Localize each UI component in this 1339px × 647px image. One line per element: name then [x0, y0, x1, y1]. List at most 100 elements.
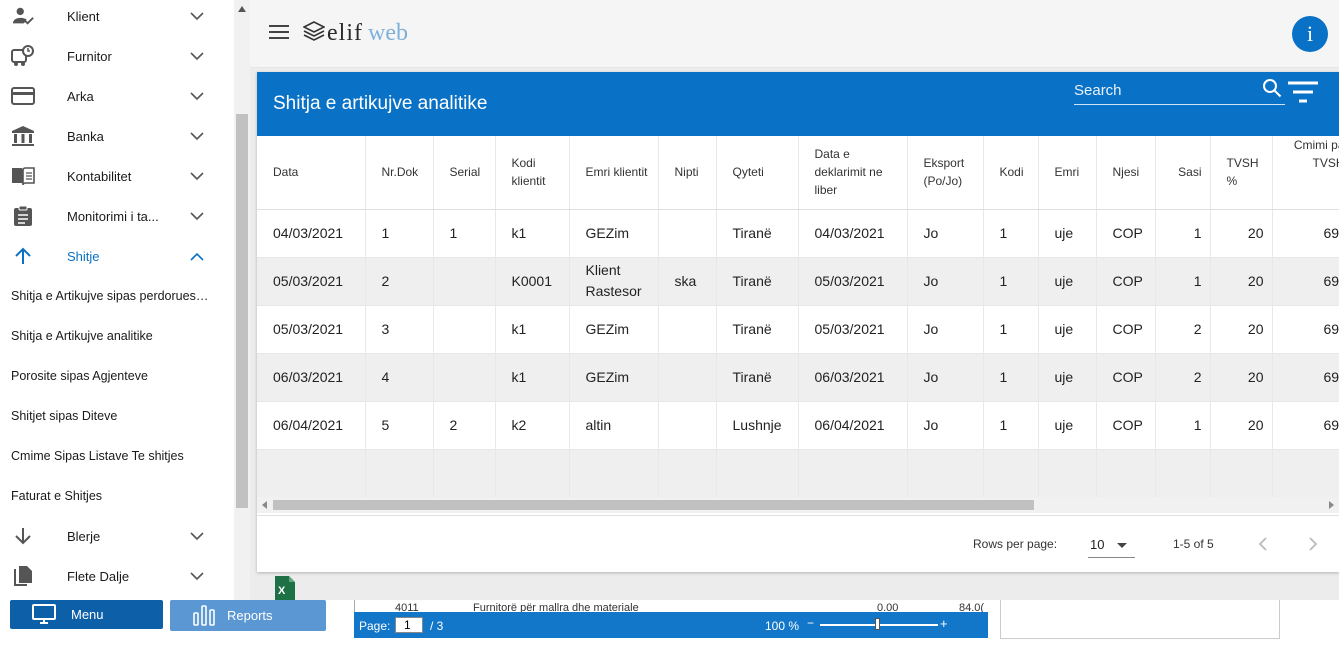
table-cell	[658, 353, 717, 402]
chevron-down-icon[interactable]	[189, 48, 205, 64]
chevron-down-icon[interactable]	[189, 88, 205, 104]
sidebar-item-blerje[interactable]: Blerje	[0, 516, 234, 556]
column-header-tvsh[interactable]: TVSH %	[1210, 136, 1273, 210]
sidebar-subitem-porosite[interactable]: Porosite sipas Agjenteve	[0, 356, 234, 396]
column-header-emri[interactable]: Emri	[1038, 136, 1097, 210]
sidebar-item-shitje[interactable]: Shitje	[0, 236, 234, 276]
sidebar-footer: Menu Reports	[0, 600, 350, 647]
table-cell: 69.00	[1272, 209, 1339, 258]
table-cell: altin	[569, 401, 659, 450]
column-header-kodi[interactable]: Kodi	[983, 136, 1039, 210]
table-cell: 1	[983, 353, 1039, 402]
next-page-icon[interactable]	[1305, 532, 1321, 561]
sidebar-subitem-shitja-perdorues[interactable]: Shitja e Artikujve sipas perdoruesve	[0, 276, 234, 316]
table-row[interactable]: 04/03/2021 1 1 k1 GEZim Tiranë 04/03/2021 Jo 1 uj…	[257, 209, 1339, 258]
table-row[interactable]: 06/04/2021 5 2 k2 altin Lushnje 06/04/2021 Jo 1 u…	[257, 401, 1339, 450]
chevron-up-icon[interactable]	[189, 248, 205, 264]
filter-icon[interactable]	[1287, 80, 1319, 111]
svg-text:X: X	[278, 585, 286, 597]
scroll-right-arrow-icon[interactable]	[1329, 501, 1334, 509]
column-header-nr-dok[interactable]: Nr.Dok	[365, 136, 434, 210]
column-header-kodi-klientit[interactable]: Kodi klientit	[495, 136, 570, 210]
rows-per-page-select[interactable]: 10	[1088, 532, 1135, 558]
table-cell: 1	[1155, 209, 1211, 258]
sidebar-item-arka[interactable]: Arka	[0, 76, 234, 116]
table-cell: 69.00	[1272, 401, 1339, 450]
chevron-down-icon[interactable]	[189, 528, 205, 544]
arrow-up-icon	[11, 244, 35, 268]
table-cell: 1	[365, 209, 434, 258]
chevron-down-icon[interactable]	[189, 568, 205, 584]
table-cell: 20	[1210, 401, 1273, 450]
excel-export-icon[interactable]: X	[273, 575, 297, 606]
client-icon	[11, 4, 35, 28]
sidebar-subitem-cmime[interactable]: Cmime Sipas Listave Te shitjes	[0, 436, 234, 476]
table-cell: 1	[1155, 257, 1211, 306]
sidebar-item-klient[interactable]: Klient	[0, 0, 234, 36]
chevron-down-icon[interactable]	[189, 208, 205, 224]
chevron-down-icon[interactable]	[189, 168, 205, 184]
sidebar-menu: Klient Furnitor Arka Banka Kontabilitet …	[0, 0, 234, 600]
hamburger-menu-icon[interactable]	[269, 25, 289, 41]
chevron-down-icon[interactable]	[189, 8, 205, 24]
column-header-cmimi-pa-tvsh[interactable]: Cmimi pa TVSH	[1272, 136, 1339, 210]
search-icon[interactable]	[1262, 78, 1282, 103]
table-cell: 05/03/2021	[257, 257, 366, 306]
column-header-nipti[interactable]: Nipti	[658, 136, 717, 210]
page-number-input[interactable]	[395, 617, 423, 633]
layers-icon	[302, 20, 326, 47]
column-header-data[interactable]: Data	[257, 136, 366, 210]
accounting-icon	[11, 164, 35, 188]
scrollbar-thumb[interactable]	[236, 114, 248, 508]
column-header-sasi[interactable]: Sasi	[1155, 136, 1211, 210]
sidebar-subitem-label: Shitjet sipas Diteve	[11, 409, 118, 423]
table-row[interactable]: 05/03/2021 2 K0001 Klient Rastesor ska Tiranë…	[257, 257, 1339, 306]
scroll-left-arrow-icon[interactable]	[262, 501, 267, 509]
logo-text-elif: elif	[327, 20, 363, 46]
sidebar-item-label: Arka	[67, 88, 94, 104]
zoom-in-icon[interactable]: +	[940, 616, 948, 631]
search-input[interactable]	[1074, 78, 1254, 102]
sidebar-subitem-faturat[interactable]: Faturat e Shitjes	[0, 476, 234, 516]
arrow-down-icon	[11, 524, 35, 548]
zoom-level: 100 %	[765, 619, 800, 633]
table-cell: Tiranë	[716, 305, 799, 354]
sidebar-item-monitorimi[interactable]: Monitorimi i ta...	[0, 196, 234, 236]
column-header-qyteti[interactable]: Qyteti	[716, 136, 799, 210]
sidebar-subitem-shitja-analitike[interactable]: Shitja e Artikujve analitike	[0, 316, 234, 356]
reports-button[interactable]: Reports	[170, 600, 326, 631]
chevron-down-icon[interactable]	[189, 128, 205, 144]
sidebar-item-flete-dalje[interactable]: Flete Dalje	[0, 556, 234, 596]
table-cell: 1	[433, 209, 496, 258]
zoom-slider-thumb[interactable]	[875, 618, 880, 630]
column-header-emri-klientit[interactable]: Emri klientit	[569, 136, 659, 210]
table-cell: COP	[1096, 353, 1156, 402]
horizontal-scrollbar[interactable]	[257, 497, 1339, 513]
menu-button[interactable]: Menu	[10, 600, 163, 629]
table-cell: 2	[1155, 353, 1211, 402]
sidebar-subitem-shitjet-diteve[interactable]: Shitjet sipas Diteve	[0, 396, 234, 436]
column-header-njesi[interactable]: Njesi	[1096, 136, 1156, 210]
table-cell	[433, 257, 496, 306]
table-cell: 1	[983, 257, 1039, 306]
previous-page-icon[interactable]	[1255, 532, 1271, 561]
column-header-eksport[interactable]: Eksport (Po/Jo)	[907, 136, 984, 210]
table-cell: 20	[1210, 305, 1273, 354]
sidebar-item-banka[interactable]: Banka	[0, 116, 234, 156]
app-logo[interactable]: elif web	[302, 20, 408, 47]
table-cell: k1	[495, 353, 570, 402]
horizontal-scrollbar-thumb[interactable]	[273, 500, 1034, 510]
sidebar-item-kontabilitet[interactable]: Kontabilitet	[0, 156, 234, 196]
column-header-data-deklarimit[interactable]: Data e deklarimit ne liber	[798, 136, 908, 210]
sidebar-item-label: Monitorimi i ta...	[67, 208, 159, 224]
zoom-out-icon[interactable]: −	[807, 616, 814, 630]
info-button[interactable]: i	[1292, 16, 1328, 52]
table-cell: 05/03/2021	[798, 305, 908, 354]
column-header-serial[interactable]: Serial	[433, 136, 496, 210]
table-row[interactable]: 05/03/2021 3 k1 GEZim Tiranë 05/03/2021 Jo 1 uje…	[257, 305, 1339, 354]
table-row[interactable]: 06/03/2021 4 k1 GEZim Tiranë 06/03/2021 Jo 1 uje…	[257, 353, 1339, 402]
sidebar-item-furnitor[interactable]: Furnitor	[0, 36, 234, 76]
sidebar-subitem-label: Cmime Sipas Listave Te shitjes	[11, 449, 184, 463]
scroll-up-arrow-icon[interactable]	[238, 6, 246, 12]
sidebar-scrollbar[interactable]	[234, 0, 250, 600]
